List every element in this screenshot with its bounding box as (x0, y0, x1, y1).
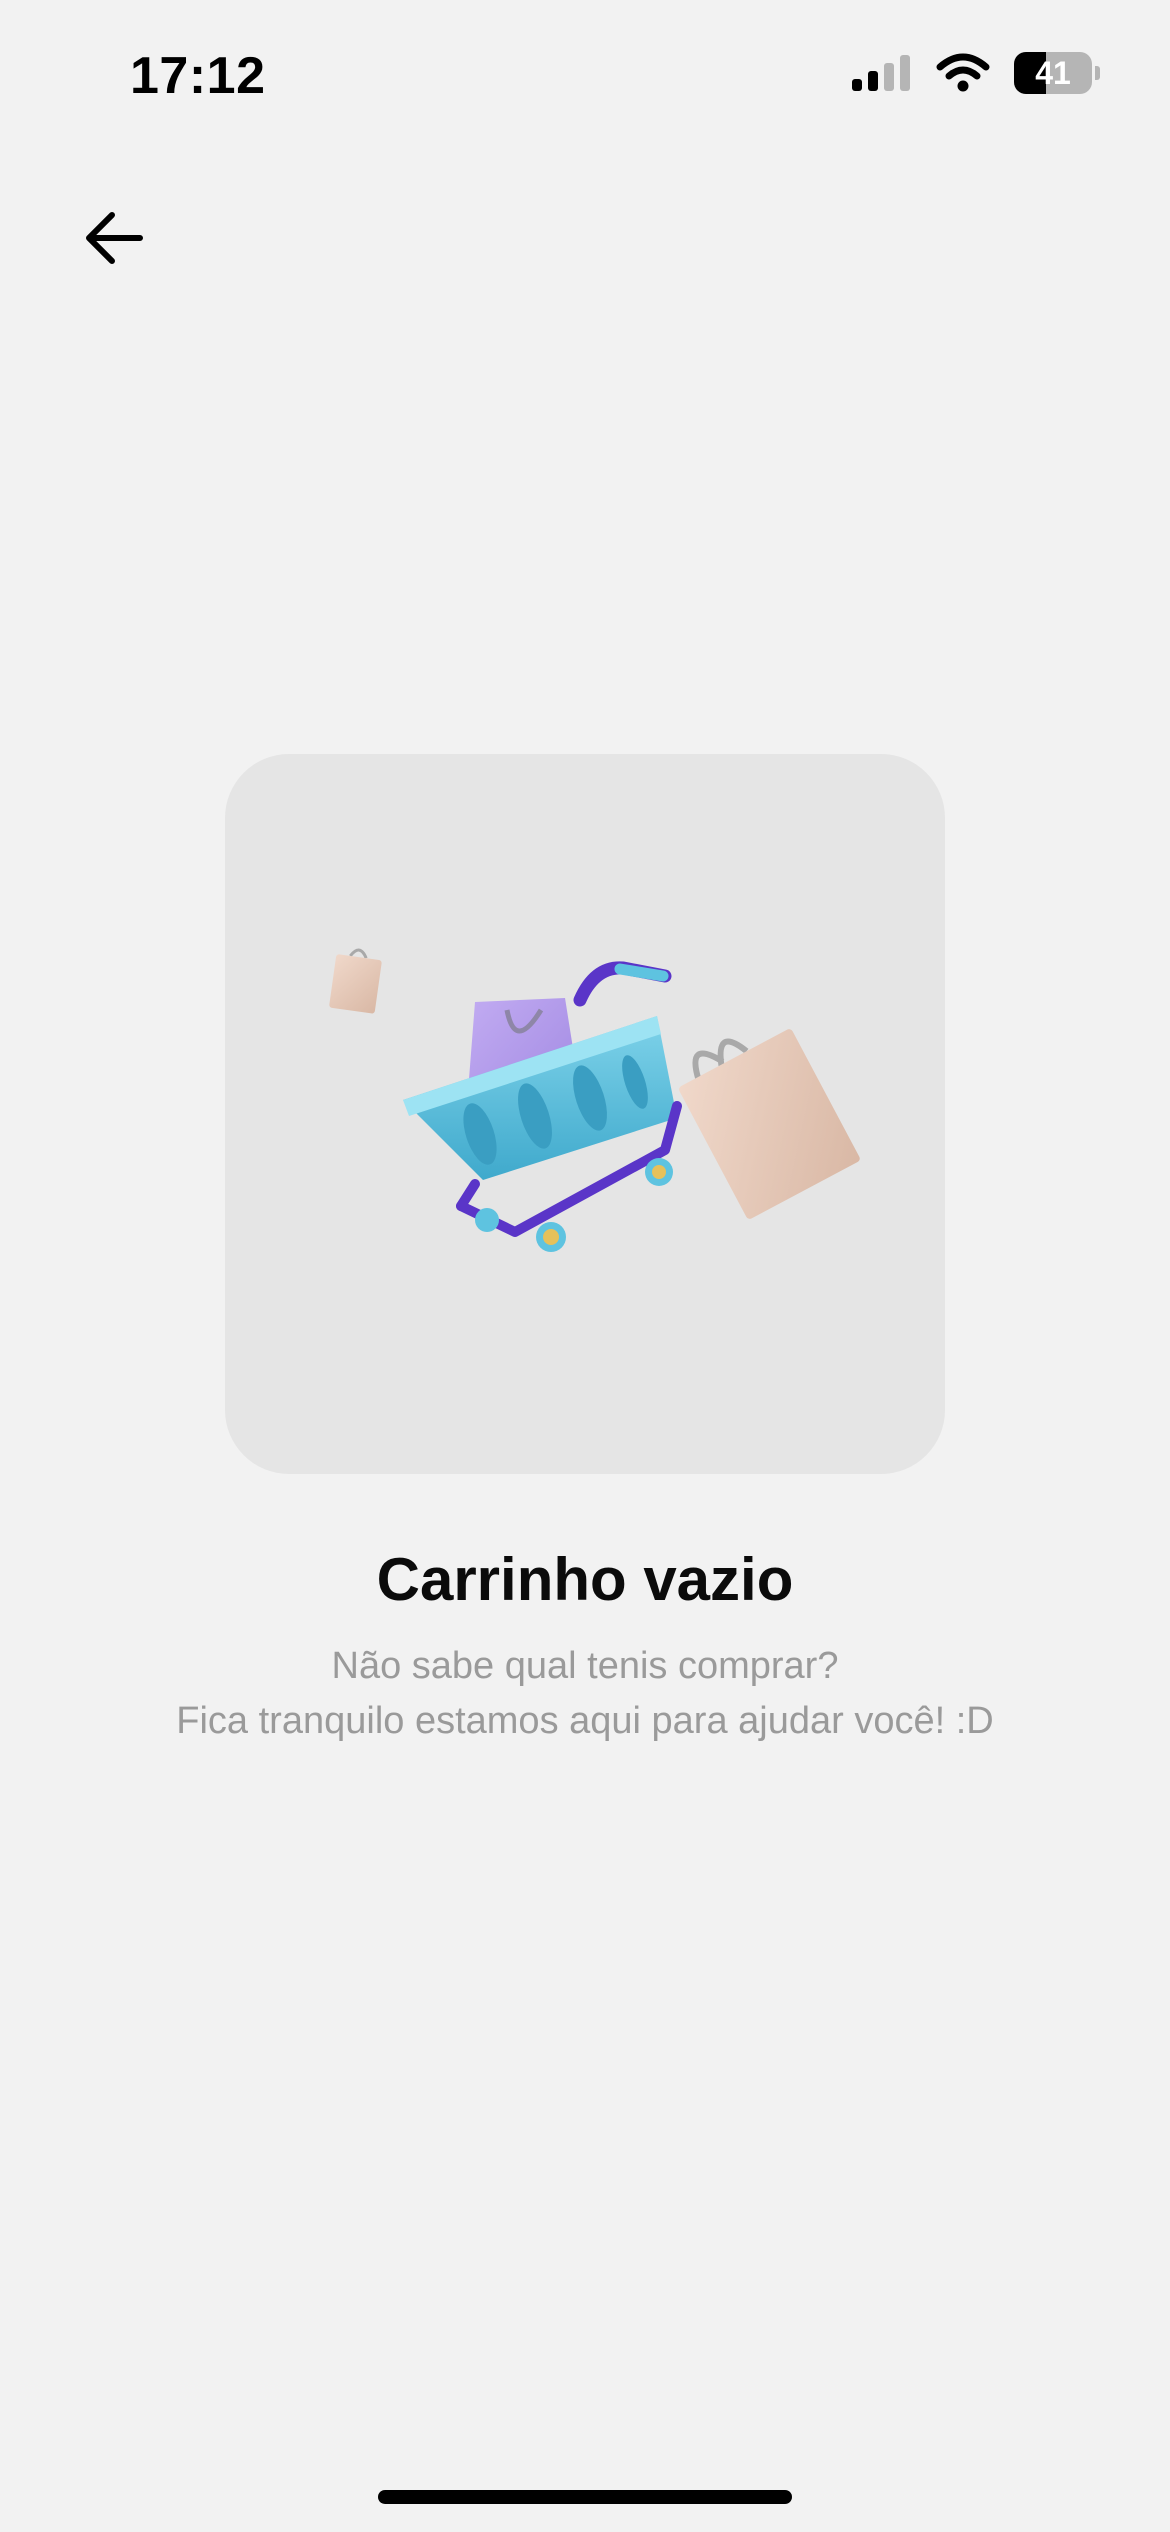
home-indicator[interactable] (378, 2490, 792, 2504)
wifi-icon (936, 53, 990, 92)
back-button[interactable] (72, 196, 156, 280)
empty-cart-title: Carrinho vazio (376, 1546, 794, 1613)
arrow-left-icon (86, 212, 143, 264)
empty-cart-subtitle-line2: Fica tranquilo estamos aqui para ajudar … (176, 1700, 994, 1742)
status-icons: 41 (852, 52, 1100, 94)
beige-bag-icon (679, 1029, 860, 1219)
empty-cart-subtitle-line1: Não sabe qual tenis comprar? (331, 1645, 839, 1687)
battery-percentage: 41 (1035, 55, 1071, 91)
empty-cart-illustration-card (225, 754, 945, 1474)
cellular-signal-icon (852, 55, 910, 91)
small-bag-icon (329, 948, 382, 1014)
shopping-cart-illustration (329, 948, 860, 1252)
status-time: 17:12 (130, 47, 266, 105)
battery-icon: 41 (1014, 52, 1100, 94)
status-bar: 17:12 41 (0, 0, 1170, 150)
